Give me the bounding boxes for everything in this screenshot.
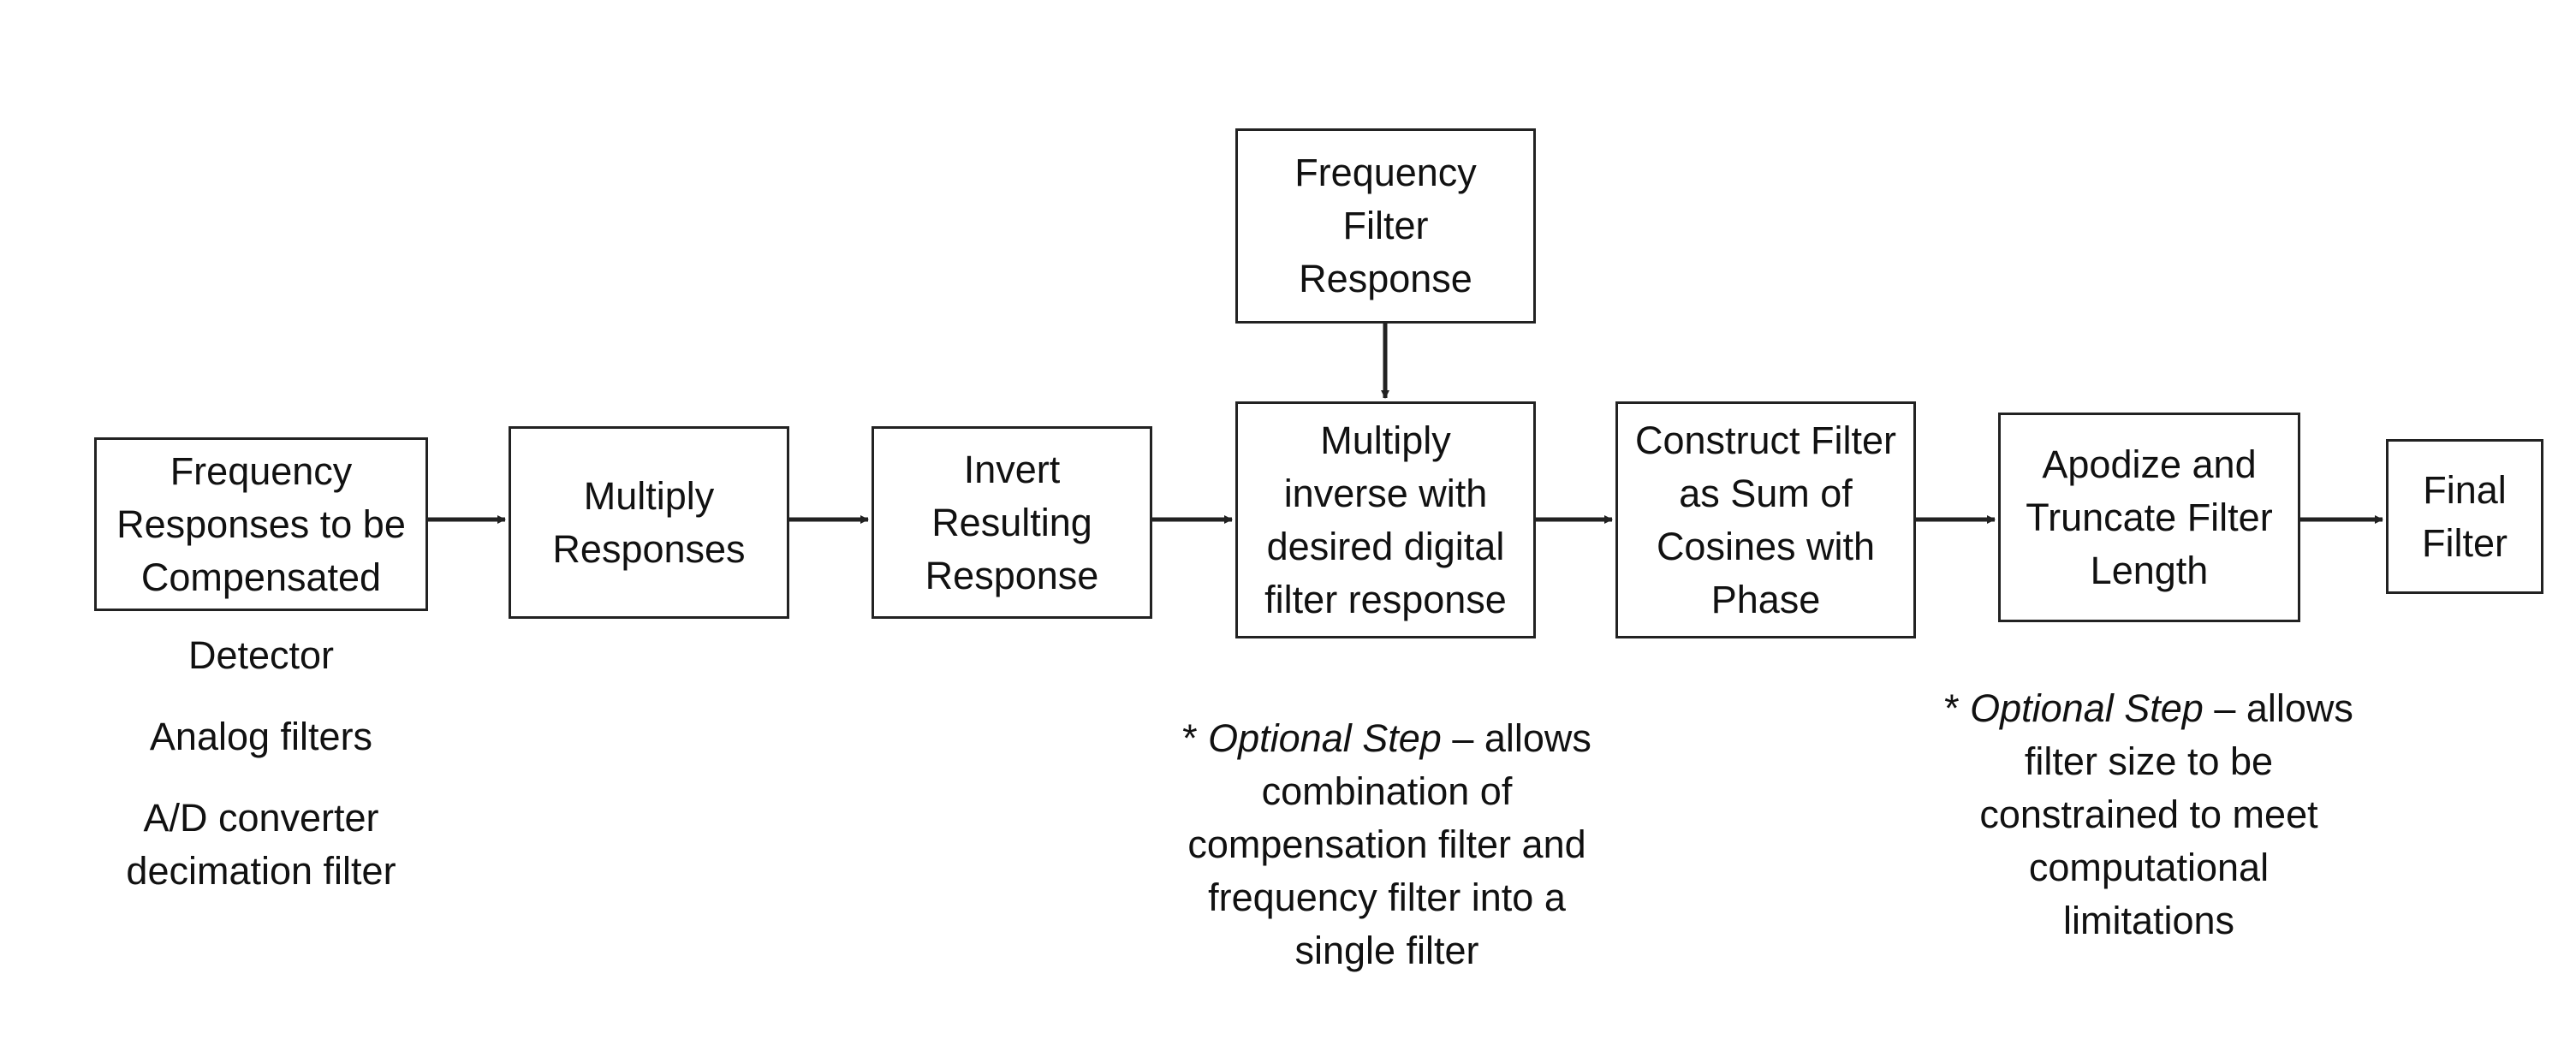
node-freq-filter-response: Frequency Filter Response — [1235, 128, 1536, 324]
node-label: Apodize and Truncate Filter Length — [2026, 442, 2273, 592]
node-label: Multiply Responses — [552, 473, 746, 571]
note-prefix: * — [1182, 716, 1209, 760]
node-invert-response: Invert Resulting Response — [872, 426, 1152, 619]
node-label: Multiply inverse with desired digital fi… — [1264, 418, 1507, 621]
note-emphasis: Optional Step — [1970, 686, 2204, 730]
node-label: Frequency Filter Response — [1294, 151, 1477, 300]
source-analog-filters: Analog filters — [149, 715, 373, 758]
source-ad-converter: A/D converter decimation filter — [126, 796, 396, 893]
optional-note-combination: * Optional Step – allows combination of … — [1139, 659, 1635, 977]
node-label: Invert Resulting Response — [925, 447, 1099, 597]
note-prefix: * — [1944, 686, 1971, 730]
node-apodize-truncate: Apodize and Truncate Filter Length — [1998, 413, 2300, 622]
node-label: Final Filter — [2422, 467, 2508, 565]
node-label: Construct Filter as Sum of Cosines with … — [1634, 418, 1897, 621]
node-final-filter: Final Filter — [2386, 439, 2543, 594]
node-multiply-inverse: Multiply inverse with desired digital fi… — [1235, 401, 1536, 638]
source-detector: Detector — [187, 633, 335, 677]
node-construct-filter: Construct Filter as Sum of Cosines with … — [1615, 401, 1916, 638]
optional-note-truncate: * Optional Step – allows filter size to … — [1909, 629, 2389, 947]
note-emphasis: Optional Step — [1208, 716, 1442, 760]
node-label: Frequency Responses to be Compensated — [116, 448, 406, 599]
node-multiply-responses: Multiply Responses — [509, 426, 789, 619]
node-freq-responses: Frequency Responses to be Compensated — [94, 437, 428, 611]
